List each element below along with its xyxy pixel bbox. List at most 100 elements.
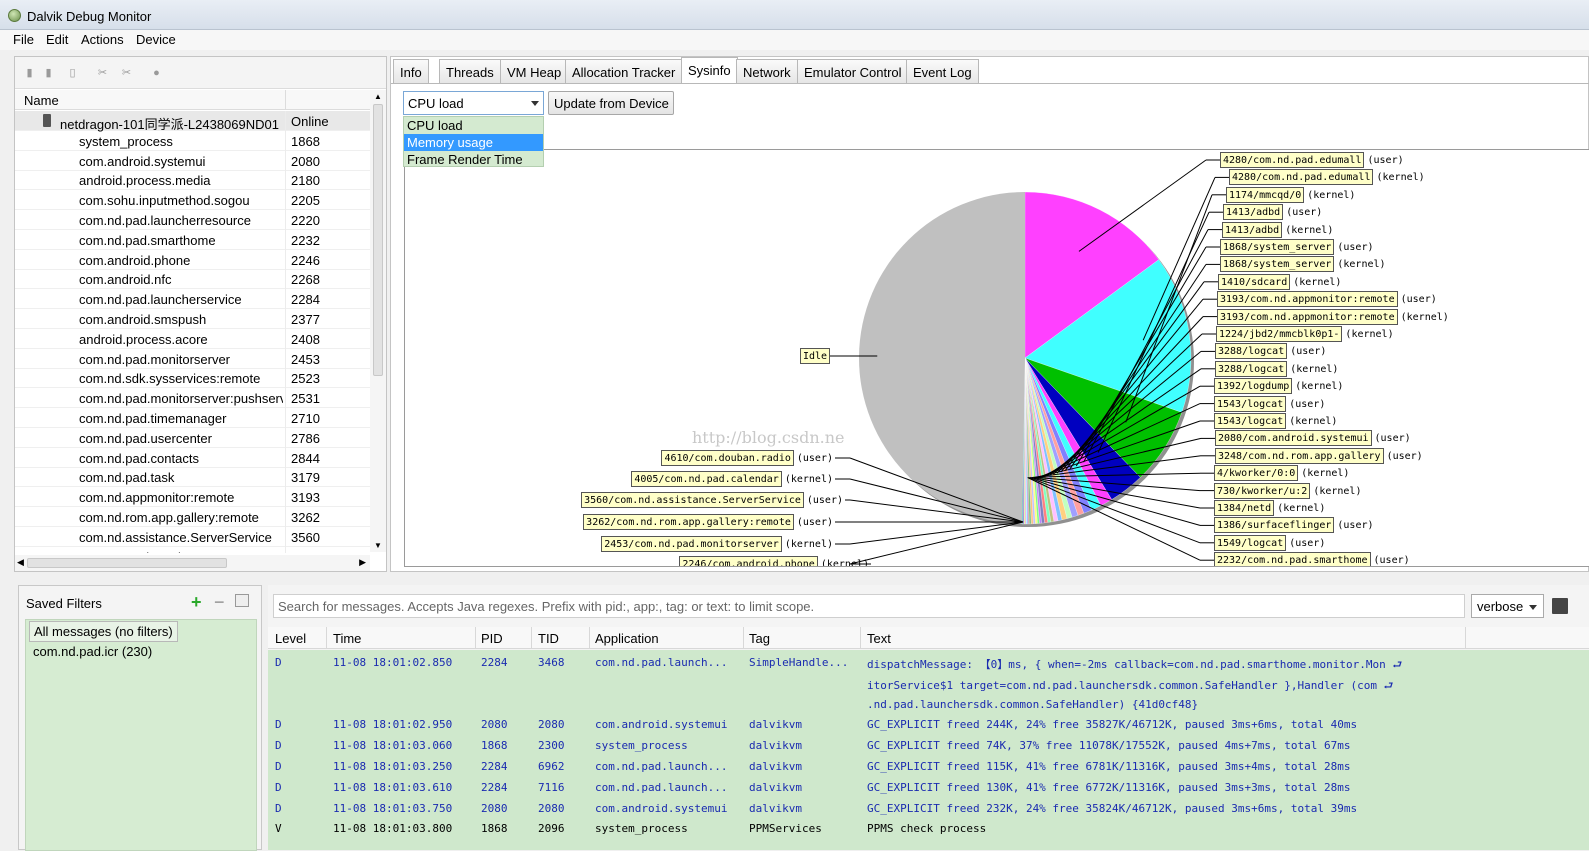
process-row[interactable]: com.nd.pad.usercenter 2786 — [15, 427, 370, 448]
process-row[interactable]: com.nd.pad.launcherservice 2284 — [15, 289, 370, 310]
process-name: com.nd.assistance.ServerService — [79, 529, 272, 545]
save-log-icon[interactable] — [1552, 598, 1568, 614]
process-row[interactable]: android.process.acore 2408 — [15, 328, 370, 349]
col-application[interactable]: Application — [595, 631, 659, 646]
log-text: .nd.pad.launchersdk.common.SafeHandler) … — [867, 697, 1199, 711]
update-from-device-button[interactable]: Update from Device — [548, 91, 674, 115]
option-memory-usage[interactable]: Memory usage — [404, 134, 543, 151]
tab-threads[interactable]: Threads — [439, 59, 501, 83]
log-level-select[interactable]: verbose — [1471, 594, 1544, 618]
process-row[interactable]: com.nd.pad.contacts 2844 — [15, 447, 370, 468]
log-row[interactable]: D 11-08 18:01:02.950 2080 2080 com.android.s… — [268, 714, 1589, 735]
log-row[interactable]: .nd.pad.launchersdk.common.SafeHandler) … — [268, 694, 1589, 715]
pie-label: 1868/system_server (kernel) — [1220, 256, 1386, 273]
col-level[interactable]: Level — [275, 631, 306, 646]
process-row[interactable]: com.sohu.inputmethod.sogou 2205 — [15, 190, 370, 211]
process-row[interactable]: com.nd.rom.app.gallery:remote 3262 — [15, 507, 370, 527]
process-pid: 2246 — [291, 252, 320, 268]
process-row[interactable]: com.android.systemui 2080 — [15, 150, 370, 171]
col-time[interactable]: Time — [333, 631, 361, 646]
sysinfo-mode-select[interactable]: CPU load — [403, 91, 544, 115]
log-app: com.nd.pad.launch... — [595, 760, 728, 773]
log-app: com.nd.pad.launch... — [595, 656, 728, 669]
process-row[interactable]: com.android.smspush 2377 — [15, 309, 370, 329]
pie-label-suffix: (kernel) — [1295, 381, 1344, 393]
dump-hprof-icon[interactable]: ▯ — [67, 68, 78, 79]
col-pid[interactable]: PID — [481, 631, 503, 646]
process-row[interactable]: com.nd.sdk.sysservices:remote 2523 — [15, 368, 370, 389]
logcat-search-input[interactable]: Search for messages. Accepts Java regexe… — [273, 594, 1465, 618]
option-frame-render-time[interactable]: Frame Render Time — [404, 151, 543, 168]
scroll-up-icon[interactable]: ▲ — [374, 92, 382, 101]
menu-device[interactable]: Device — [136, 32, 176, 47]
col-tid[interactable]: TID — [538, 631, 559, 646]
log-row[interactable]: V 11-08 18:01:03.800 1868 2096 system_proces… — [268, 818, 1589, 839]
menu-actions[interactable]: Actions — [81, 32, 124, 47]
tab-info[interactable]: Info — [393, 59, 429, 83]
method-profiling-icon[interactable]: ✂ — [121, 68, 132, 79]
pie-label: 2232/com.nd.pad.smarthome (user) — [1214, 552, 1410, 566]
process-row[interactable]: com.nd.pad.launcherresource 2220 — [15, 210, 370, 230]
remove-filter-icon[interactable]: − — [214, 592, 225, 613]
col-tag[interactable]: Tag — [749, 631, 770, 646]
update-heap-icon[interactable]: ▮ — [43, 68, 54, 79]
process-row[interactable]: com.nd.pad.monitorserver 2453 — [15, 348, 370, 369]
process-pid: 2220 — [291, 213, 320, 228]
column-divider — [285, 388, 286, 409]
menu-file[interactable]: File — [13, 32, 34, 47]
process-pid: 3193 — [291, 490, 320, 506]
process-row[interactable]: com.android.nfc 2268 — [15, 269, 370, 290]
tab-event-log[interactable]: Event Log — [906, 59, 979, 83]
scroll-right-icon[interactable]: ▶ — [359, 557, 366, 568]
process-row[interactable]: com.nd.pad.task 3179 — [15, 467, 370, 488]
pie-label: 1224/jbd2/mmcblk0p1- (kernel) — [1216, 326, 1394, 342]
process-row[interactable]: system_process 1868 — [15, 130, 370, 151]
option-cpu-load[interactable]: CPU load — [404, 117, 543, 134]
update-threads-icon[interactable]: ✂ — [97, 68, 108, 79]
log-row[interactable]: D 11-08 18:01:03.060 1868 2300 system_proces… — [268, 735, 1589, 756]
filters-list: All messages (no filters) com.nd.pad.icr… — [25, 619, 257, 851]
tab-allocation-tracker[interactable]: Allocation Tracker — [565, 59, 683, 83]
devices-horizontal-scrollbar[interactable]: ◀ ▶ — [15, 555, 370, 571]
log-row[interactable]: D 11-08 18:01:02.850 2284 3468 com.nd.pad.la… — [268, 652, 1589, 673]
device-row[interactable]: netdragon-101同学派-L2438069ND01 Online — [15, 111, 370, 132]
tab-emulator-control[interactable]: Emulator Control — [797, 59, 909, 83]
process-name: com.nd.sdk.sysservices:remote — [79, 371, 261, 387]
process-row[interactable]: com.nd.pad.timemanager 2710 — [15, 408, 370, 428]
tab-network[interactable]: Network — [736, 59, 798, 83]
log-row[interactable]: D 11-08 18:01:03.250 2284 6962 com.nd.pad.la… — [268, 756, 1589, 777]
scroll-down-icon[interactable]: ▼ — [374, 541, 382, 550]
process-row[interactable]: com.example.tool 3710 — [15, 546, 370, 553]
scroll-thumb[interactable] — [373, 104, 383, 376]
menu-edit[interactable]: Edit — [46, 32, 68, 47]
log-row[interactable]: itorService$1 target=com.nd.pad.launcher… — [268, 673, 1589, 694]
debug-process-icon[interactable]: ▮ — [24, 68, 35, 79]
process-row[interactable]: android.process.media 2180 — [15, 170, 370, 191]
pie-label: 4005/com.nd.pad.calendar (kernel) — [631, 471, 833, 487]
process-row[interactable]: com.nd.appmonitor:remote 3193 — [15, 487, 370, 508]
log-pid: 1868 — [481, 822, 508, 836]
tab-vm-heap[interactable]: VM Heap — [500, 59, 569, 83]
scroll-thumb[interactable] — [27, 558, 227, 568]
column-divider — [285, 130, 286, 151]
col-text[interactable]: Text — [867, 631, 891, 646]
edit-filter-icon[interactable] — [235, 594, 249, 607]
filter-item[interactable]: com.nd.pad.icr (230) — [33, 644, 152, 659]
process-row[interactable]: com.android.phone 2246 — [15, 249, 370, 270]
add-filter-icon[interactable]: + — [191, 592, 202, 613]
name-column-header[interactable]: Name — [24, 93, 59, 108]
devices-vertical-scrollbar[interactable]: ▲ ▼ — [370, 90, 386, 552]
scroll-left-icon[interactable]: ◀ — [17, 557, 24, 568]
filter-all-messages[interactable]: All messages (no filters) — [29, 621, 178, 642]
tab-sysinfo[interactable]: Sysinfo — [681, 57, 738, 84]
process-row[interactable]: com.nd.pad.smarthome 2232 — [15, 229, 370, 250]
log-row[interactable]: D 11-08 18:01:03.610 2284 7116 com.nd.pad.la… — [268, 777, 1589, 798]
process-row[interactable]: com.nd.pad.monitorserver:pushserv 2531 — [15, 388, 370, 409]
pie-label-suffix: (kernel) — [784, 539, 833, 550]
stop-process-icon[interactable]: ● — [151, 68, 162, 79]
menu-bar: File Edit Actions Device — [0, 30, 1589, 50]
log-level: D — [275, 801, 282, 815]
log-row[interactable]: D 11-08 18:01:03.750 2080 2080 com.android.s… — [268, 798, 1589, 819]
process-row[interactable]: com.nd.assistance.ServerService 3560 — [15, 526, 370, 547]
log-time: 11-08 18:01:03.750 — [333, 801, 453, 815]
